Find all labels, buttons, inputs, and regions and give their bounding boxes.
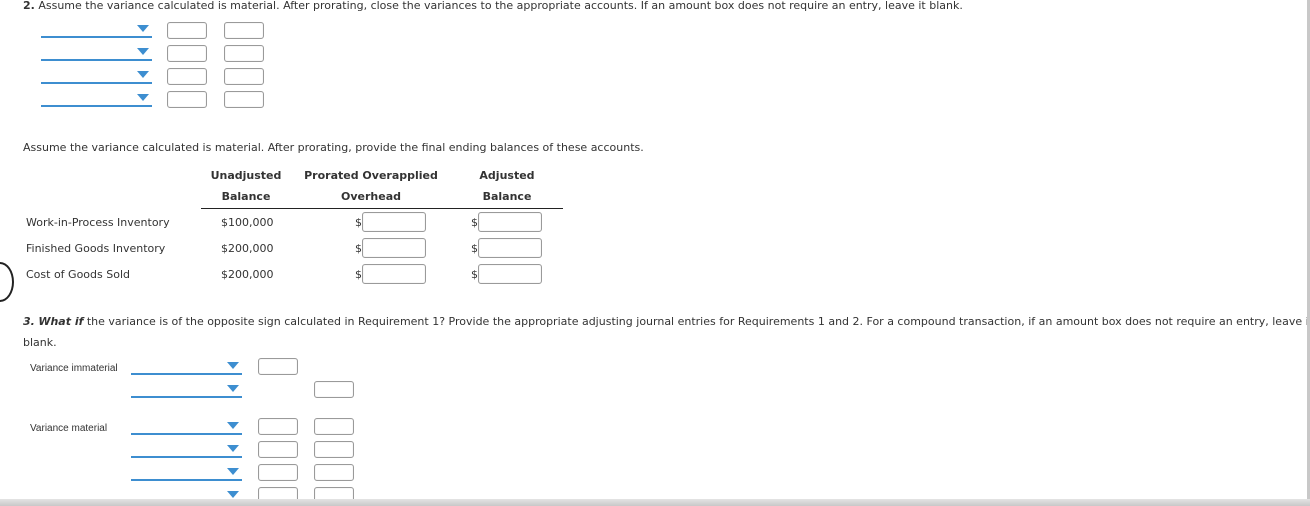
debit-input[interactable] xyxy=(167,45,207,62)
chevron-down-icon xyxy=(137,25,149,32)
account-dropdown[interactable] xyxy=(131,419,242,435)
credit-input[interactable] xyxy=(314,464,354,481)
chevron-down-icon xyxy=(227,468,239,475)
debit-input[interactable] xyxy=(258,441,298,458)
credit-input[interactable] xyxy=(224,68,264,85)
account-dropdown[interactable] xyxy=(131,442,242,458)
account-dropdown[interactable] xyxy=(41,91,152,107)
credit-input[interactable] xyxy=(224,22,264,39)
instruction-text: the variance is of the opposite sign cal… xyxy=(83,315,1310,328)
header-prorated-line1: Prorated Overapplied xyxy=(304,169,438,182)
dollar-sign: $ xyxy=(355,216,362,229)
header-adjusted-line2: Balance xyxy=(482,190,532,203)
account-dropdown[interactable] xyxy=(131,465,242,481)
account-dropdown[interactable] xyxy=(41,45,152,61)
account-dropdown[interactable] xyxy=(131,382,242,398)
credit-input[interactable] xyxy=(314,418,354,435)
debit-input[interactable] xyxy=(258,464,298,481)
requirement-2-instruction: 2. Assume the variance calculated is mat… xyxy=(23,0,963,12)
what-if-label: What if xyxy=(38,315,84,328)
unadjusted-balance: $100,000 xyxy=(221,216,274,229)
chevron-down-icon xyxy=(227,362,239,369)
dollar-sign: $ xyxy=(471,242,478,255)
debit-input[interactable] xyxy=(258,358,298,375)
chevron-down-icon xyxy=(227,422,239,429)
instruction-text: Assume the variance calculated is materi… xyxy=(34,0,963,12)
account-name: Cost of Goods Sold xyxy=(26,268,130,281)
dollar-sign: $ xyxy=(355,242,362,255)
header-prorated-line2: Overhead xyxy=(341,190,401,203)
dollar-sign: $ xyxy=(471,268,478,281)
chevron-down-icon xyxy=(137,94,149,101)
group-label: Variance material xyxy=(30,423,108,434)
credit-input[interactable] xyxy=(314,381,354,398)
account-name: Work-in-Process Inventory xyxy=(26,216,170,229)
debit-input[interactable] xyxy=(167,22,207,39)
account-dropdown[interactable] xyxy=(41,68,152,84)
credit-input[interactable] xyxy=(224,91,264,108)
chevron-down-icon xyxy=(227,491,239,498)
requirement-3-instruction-cont: blank. xyxy=(23,336,57,349)
debit-input[interactable] xyxy=(167,91,207,108)
prorated-input[interactable] xyxy=(362,264,426,284)
horizontal-scrollbar[interactable] xyxy=(0,499,1310,506)
dollar-sign: $ xyxy=(471,216,478,229)
credit-input[interactable] xyxy=(224,45,264,62)
prorated-input[interactable] xyxy=(362,212,426,232)
balances-instruction: Assume the variance calculated is materi… xyxy=(23,141,644,154)
debit-input[interactable] xyxy=(258,418,298,435)
adjusted-input[interactable] xyxy=(478,264,542,284)
header-divider xyxy=(201,208,563,209)
account-dropdown[interactable] xyxy=(41,22,152,38)
dollar-sign: $ xyxy=(355,268,362,281)
requirement-number: 2. xyxy=(23,0,35,12)
unadjusted-balance: $200,000 xyxy=(221,242,274,255)
requirement-number: 3. xyxy=(23,315,35,328)
prorated-input[interactable] xyxy=(362,238,426,258)
account-dropdown[interactable] xyxy=(131,359,242,375)
chevron-down-icon xyxy=(137,71,149,78)
annotation-circle xyxy=(0,262,14,302)
chevron-down-icon xyxy=(227,385,239,392)
adjusted-input[interactable] xyxy=(478,212,542,232)
chevron-down-icon xyxy=(227,445,239,452)
requirement-3-instruction: 3. What if the variance is of the opposi… xyxy=(23,315,1310,328)
group-label: Variance immaterial xyxy=(30,363,118,374)
account-name: Finished Goods Inventory xyxy=(26,242,166,255)
credit-input[interactable] xyxy=(314,441,354,458)
header-unadjusted-line2: Balance xyxy=(221,190,271,203)
header-adjusted-line1: Adjusted xyxy=(479,169,535,182)
unadjusted-balance: $200,000 xyxy=(221,268,274,281)
debit-input[interactable] xyxy=(167,68,207,85)
chevron-down-icon xyxy=(137,48,149,55)
adjusted-input[interactable] xyxy=(478,238,542,258)
header-unadjusted-line1: Unadjusted xyxy=(210,169,282,182)
